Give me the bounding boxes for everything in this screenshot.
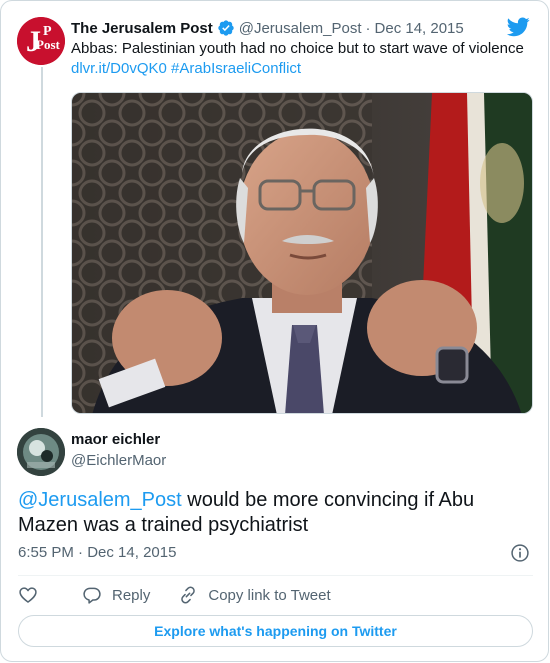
heart-icon	[19, 587, 37, 603]
jpost-logo-icon: J Post P	[17, 17, 65, 65]
reply-author-name[interactable]: maor eichler	[71, 431, 160, 448]
parent-tweet-hashtag[interactable]: #ArabIsraeliConflict	[171, 60, 301, 77]
reply-author-handle[interactable]: @EichlerMaor	[71, 452, 166, 469]
reply-time: 6:55 PM	[18, 544, 74, 561]
svg-text:Post: Post	[36, 37, 61, 52]
parent-author-handle[interactable]: @Jerusalem_Post	[239, 20, 362, 37]
parent-tweet-links: dlvr.it/D0vQK0 #ArabIsraeliConflict	[71, 59, 301, 79]
maor-avatar-image	[17, 428, 65, 476]
like-button[interactable]	[18, 585, 48, 605]
parent-tweet-header: The Jerusalem Post @Jerusalem_Post · Dec…	[71, 17, 464, 39]
thread-line	[41, 67, 43, 417]
copy-link-button[interactable]: Copy link to Tweet	[178, 585, 331, 605]
maor-eichler-avatar[interactable]	[17, 428, 65, 476]
twitter-bird-icon[interactable]	[507, 17, 530, 37]
tweet-actions-bar: Reply Copy link to Tweet	[18, 583, 351, 607]
reply-icon	[83, 587, 101, 604]
reply-date: Dec 14, 2015	[87, 544, 177, 561]
reply-mention-link[interactable]: @Jerusalem_Post	[18, 489, 182, 511]
explore-twitter-button[interactable]: Explore what's happening on Twitter	[18, 615, 533, 647]
svg-text:P: P	[43, 24, 52, 39]
link-icon	[181, 586, 196, 604]
verified-badge-icon	[218, 20, 234, 36]
parent-author-name[interactable]: The Jerusalem Post	[71, 20, 213, 37]
jerusalem-post-avatar[interactable]: J Post P	[17, 17, 65, 65]
parent-tweet-date[interactable]: Dec 14, 2015	[375, 20, 464, 37]
header-separator: ·	[365, 19, 371, 37]
tweet-photo[interactable]	[71, 92, 533, 414]
abbas-photo-illustration	[72, 93, 532, 413]
parent-tweet-link[interactable]: dlvr.it/D0vQK0	[71, 60, 167, 77]
divider	[18, 575, 533, 576]
reply-label: Reply	[112, 586, 151, 604]
embedded-tweet-card: J Post P The Jerusalem Post @Jerusalem_P…	[0, 0, 549, 662]
reply-tweet-text: @Jerusalem_Post would be more convincing…	[18, 488, 528, 538]
info-icon[interactable]	[510, 543, 530, 563]
copy-link-label: Copy link to Tweet	[208, 586, 331, 604]
parent-tweet-text: Abbas: Palestinian youth had no choice b…	[71, 40, 524, 57]
reply-button[interactable]: Reply	[82, 585, 150, 605]
reply-tweet-timestamp[interactable]: 6:55 PM · Dec 14, 2015	[18, 544, 176, 561]
reply-meta-separator: ·	[78, 544, 84, 561]
